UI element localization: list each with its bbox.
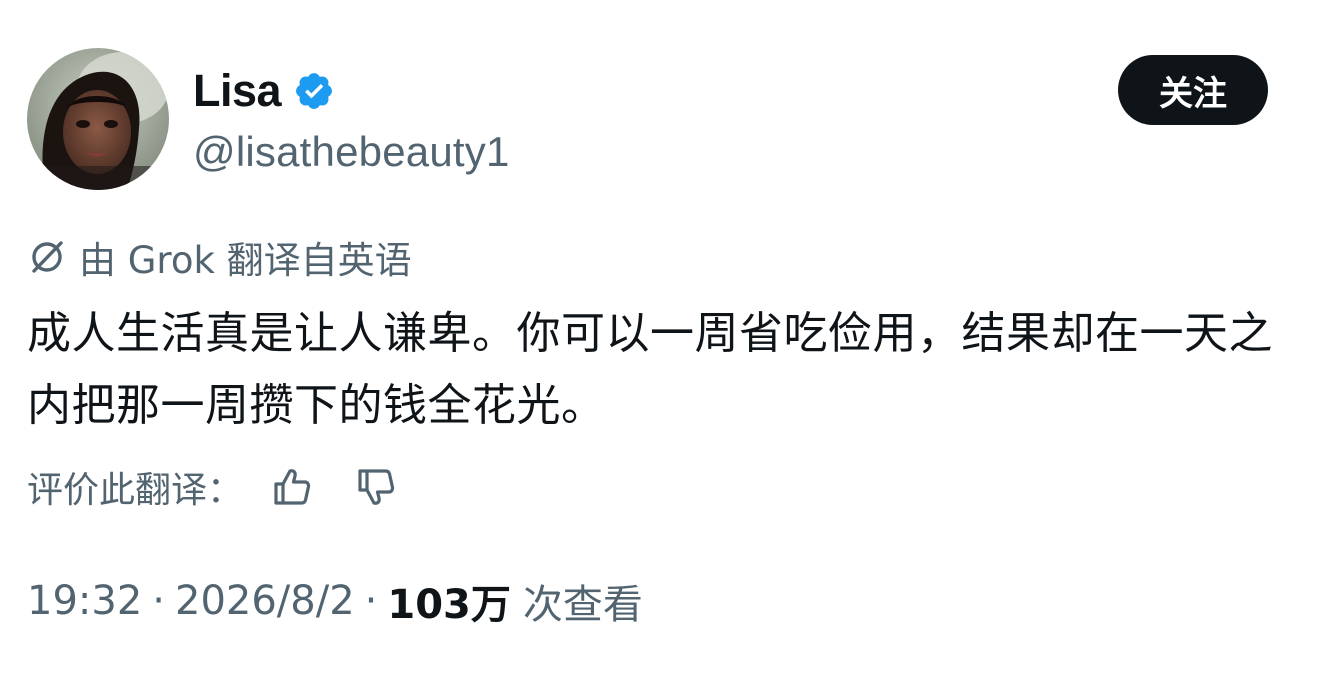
author-name-row[interactable]: Lisa	[193, 65, 335, 117]
translation-note-text: 由 Grok 翻译自英语	[79, 239, 412, 282]
author-display-name[interactable]: Lisa	[193, 65, 282, 117]
author-handle[interactable]: @lisathebeauty1	[193, 128, 510, 176]
tweet-text: 成人生活真是让人谦卑。你可以一周省吃俭用，结果却在一天之内把那一周攒下的钱全花光…	[27, 308, 1273, 431]
follow-button[interactable]: 关注	[1118, 55, 1268, 125]
thumbs-down-button[interactable]	[349, 460, 403, 514]
profile-photo	[27, 48, 169, 190]
rate-translation-label: 评价此翻译：	[27, 470, 244, 511]
meta-separator: ·	[364, 578, 378, 624]
tweet-date[interactable]: 2026/8/2	[175, 578, 355, 624]
translation-note: 由 Grok 翻译自英语	[27, 232, 412, 282]
avatar[interactable]	[27, 48, 169, 190]
bottom-edge	[0, 676, 1320, 682]
thumbs-up-button[interactable]	[265, 460, 319, 514]
meta-separator: ·	[152, 578, 165, 624]
tweet-header: Lisa @lisathebeauty1 关注	[27, 48, 1268, 190]
thumbs-down-icon	[358, 469, 395, 505]
thumbs-up-icon	[274, 469, 311, 505]
tweet-meta: 19:32 · 2026/8/2 · 103万 次查看	[27, 574, 643, 628]
verified-badge-icon	[293, 70, 335, 112]
rate-translation-row: 评价此翻译：	[27, 460, 403, 514]
views-count: 103万	[387, 582, 511, 628]
grok-icon	[27, 237, 67, 277]
views-label: 次查看	[522, 582, 643, 628]
tweet-time[interactable]: 19:32	[27, 578, 142, 624]
